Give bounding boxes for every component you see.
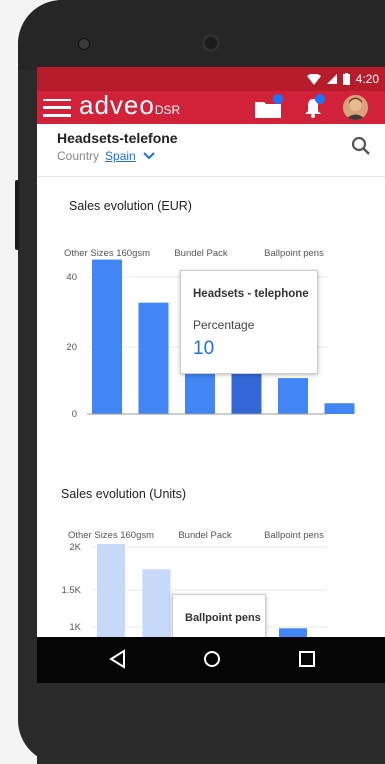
phone-chin (37, 683, 385, 764)
y-tick-label: 2K (69, 542, 81, 553)
chart2-tooltip: Ballpoint pens (172, 594, 266, 637)
search-icon[interactable] (351, 136, 371, 156)
phone-screen: 4:20 adveoDSR Headsets-telefone Country S… (37, 67, 385, 637)
country-label: Country (57, 149, 100, 163)
page-title: Headsets-telefone (57, 130, 178, 146)
country-select[interactable]: Spain (105, 149, 136, 163)
bell-notification-dot (315, 94, 325, 104)
bar (97, 544, 125, 637)
app-logo: adveoDSR (79, 90, 181, 120)
side-button (15, 180, 19, 250)
bar (279, 628, 307, 637)
chart1-tooltip-label: Percentage (193, 318, 255, 332)
phone-top-bezel (18, 0, 385, 70)
folder-notification-dot (273, 94, 283, 104)
recents-icon[interactable] (297, 649, 317, 669)
back-icon[interactable] (108, 649, 128, 669)
app-bar: adveoDSR (37, 90, 385, 124)
avatar[interactable] (343, 95, 368, 120)
y-tick-label: 20 (66, 342, 77, 353)
y-tick-label: 1K (69, 622, 81, 633)
status-bar: 4:20 (37, 67, 385, 91)
bar (324, 403, 355, 414)
chart1-tooltip-value: 10 (193, 338, 215, 359)
status-time: 4:20 (355, 72, 379, 86)
earpiece-speaker (202, 34, 220, 52)
bar (278, 378, 308, 414)
bar (231, 370, 262, 414)
category-label: Bundel Pack (178, 530, 232, 541)
category-label: Other Sizes 160gsm (68, 530, 154, 541)
bar (142, 569, 171, 637)
chart2-tooltip-title: Ballpoint pens (185, 612, 261, 624)
page-header: Headsets-telefone Country Spain (37, 124, 385, 177)
category-label: Bundel Pack (174, 248, 228, 259)
signal-icon (326, 74, 337, 84)
front-camera (78, 38, 90, 50)
chevron-down-icon[interactable] (143, 152, 155, 160)
home-icon[interactable] (202, 649, 222, 669)
chart2-title: Sales evolution (Units) (61, 487, 187, 501)
bar (92, 259, 122, 414)
chart1-tooltip-title: Headsets - telephone (193, 288, 309, 300)
wifi-icon (306, 73, 321, 85)
android-nav-bar (37, 637, 385, 683)
category-label: Other Sizes 160gsm (64, 248, 150, 259)
chart1-tooltip: Headsets - telephone Percentage 10 (180, 270, 318, 374)
menu-icon[interactable] (43, 98, 71, 117)
chart1-title: Sales evolution (EUR) (69, 199, 192, 213)
y-tick-label: 1.5K (61, 585, 81, 596)
country-filter: Country Spain (57, 149, 377, 163)
category-label: Ballpoint pens (264, 248, 324, 259)
category-label: Ballpoint pens (264, 530, 324, 541)
y-tick-label: 40 (66, 272, 77, 283)
battery-icon (342, 73, 350, 85)
y-tick-label: 0 (72, 409, 77, 420)
bar (138, 302, 169, 414)
